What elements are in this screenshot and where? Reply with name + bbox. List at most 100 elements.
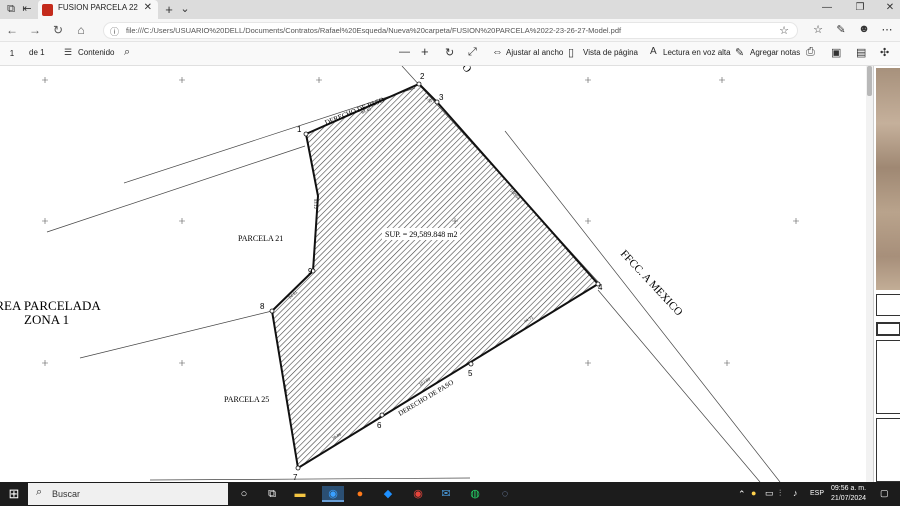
url-field[interactable]: ⓘ file:///C:/Users/USUARIO%20DELL/Docume… bbox=[103, 22, 798, 39]
contents-button[interactable]: Contenido bbox=[78, 48, 114, 57]
vertex-label-4: 4 bbox=[598, 283, 603, 292]
taskbar-search-placeholder: Buscar bbox=[52, 489, 81, 499]
title-bar: ⧉ ⇤ FUSION PARCELA 22-23 ✕ + ⌄ — ❐ ✕ bbox=[0, 0, 900, 19]
close-window-button[interactable]: ✕ bbox=[881, 2, 899, 13]
vertex-label-2: 2 bbox=[420, 72, 425, 81]
area-label-line2: ZONA 1 bbox=[24, 312, 69, 327]
parcel-polygon bbox=[270, 82, 600, 470]
refresh-icon[interactable]: ↻ bbox=[50, 23, 66, 37]
title-block-table bbox=[876, 340, 900, 414]
fit-width-icon[interactable]: ⇔ bbox=[492, 46, 503, 58]
title-block-box bbox=[876, 294, 900, 316]
favorites-icon[interactable]: ☆ bbox=[810, 23, 826, 36]
language-indicator[interactable]: ESP bbox=[810, 490, 824, 497]
vertex-label-5: 5 bbox=[468, 369, 473, 378]
zoom-out-button[interactable]: — bbox=[399, 46, 410, 58]
profile-icon[interactable]: ☻ bbox=[856, 23, 872, 35]
whatsapp-icon[interactable]: ◍ bbox=[467, 486, 483, 502]
zoom-in-button[interactable]: + bbox=[421, 44, 429, 59]
plot-drawing: 1 2 3 4 5 6 7 8 9 94.40 3.52 100.04 44.7… bbox=[0, 66, 799, 482]
scrollbar-thumb[interactable] bbox=[867, 66, 872, 96]
task-view-icon[interactable]: ⧉ bbox=[264, 486, 280, 502]
back-icon[interactable]: ← bbox=[4, 23, 20, 37]
home-icon[interactable]: ⌂ bbox=[73, 23, 89, 37]
tab-actions-icon[interactable]: ⧉ bbox=[4, 3, 18, 16]
distance-label: 41.21 bbox=[282, 383, 289, 394]
windows-taskbar: ⊞ ⌕ Buscar ○ ⧉ ▬ ◉ ● ◆ ◉ ✉ ◍ ◌ ⌃ ● ▭ ⫶ ♪… bbox=[0, 482, 900, 506]
save-icon[interactable]: ▣ bbox=[831, 46, 841, 59]
vertical-tabs-icon[interactable]: ⇤ bbox=[20, 3, 34, 16]
app-window: ⧉ ⇤ FUSION PARCELA 22-23 ✕ + ⌄ — ❐ ✕ ← →… bbox=[0, 0, 900, 506]
find-icon[interactable]: ⌕ bbox=[124, 46, 130, 59]
page-count-label: de 1 bbox=[29, 48, 45, 57]
save-as-icon[interactable]: ▤ bbox=[856, 46, 866, 59]
vertical-scrollbar[interactable] bbox=[866, 66, 873, 482]
contents-list-icon[interactable]: ☰ bbox=[64, 47, 72, 58]
page-view-button[interactable]: Vista de página bbox=[583, 48, 638, 57]
parcel-25-label: PARCELA 25 bbox=[224, 395, 269, 404]
cortana-icon[interactable]: ○ bbox=[236, 486, 252, 502]
vertex-label-7: 7 bbox=[293, 473, 298, 482]
chrome-icon[interactable]: ◉ bbox=[410, 486, 426, 502]
clock-date[interactable]: 21/07/2024 bbox=[831, 495, 866, 502]
page-number-input[interactable]: 1 bbox=[4, 46, 20, 61]
fit-width-button[interactable]: Ajustar al ancho bbox=[506, 48, 563, 57]
print-icon[interactable]: ⎙ bbox=[806, 46, 815, 59]
vertex-label-9: 9 bbox=[308, 267, 313, 276]
read-aloud-button[interactable]: Lectura en voz alta bbox=[663, 48, 731, 57]
maximize-button[interactable]: ❐ bbox=[851, 2, 869, 13]
volume-icon[interactable]: ♪ bbox=[793, 488, 798, 498]
title-block-box bbox=[876, 322, 900, 336]
vertex-label-6: 6 bbox=[377, 421, 382, 430]
tab-close-button[interactable]: ✕ bbox=[144, 2, 152, 13]
firefox-icon[interactable]: ● bbox=[352, 486, 368, 502]
battery-icon[interactable]: ▭ bbox=[765, 488, 774, 499]
minimize-button[interactable]: — bbox=[818, 2, 836, 13]
address-bar: ← → ↻ ⌂ ⓘ file:///C:/Users/USUARIO%20DEL… bbox=[0, 19, 900, 42]
new-tab-button[interactable]: + bbox=[162, 3, 176, 16]
title-block-notes bbox=[876, 418, 900, 482]
distance-label: 53.12 bbox=[313, 199, 318, 210]
surface-label: SUP. = 29,589.848 m2 bbox=[385, 230, 458, 239]
search-icon: ⌕ bbox=[36, 486, 43, 498]
fullscreen-icon[interactable]: ⤢ bbox=[468, 46, 477, 59]
vertex-label-8: 8 bbox=[260, 302, 265, 311]
railway-laredo-label: FFCC. A LAREDO bbox=[406, 66, 474, 75]
edge-browser-icon[interactable]: ◉ bbox=[322, 486, 344, 502]
clock-time[interactable]: 09:56 a. m. bbox=[831, 485, 866, 492]
add-notes-button[interactable]: Agregar notas bbox=[750, 48, 800, 57]
file-explorer-icon[interactable]: ▬ bbox=[292, 486, 308, 502]
site-info-icon[interactable]: ⓘ bbox=[110, 25, 119, 38]
favorite-star-icon[interactable]: ☆ bbox=[779, 24, 789, 37]
pdf-document-view[interactable]: 1 2 3 4 5 6 7 8 9 94.40 3.52 100.04 44.7… bbox=[0, 66, 866, 482]
add-notes-icon[interactable]: ✎ bbox=[735, 46, 744, 59]
tray-app-icon[interactable]: ● bbox=[751, 488, 756, 498]
pdf-file-icon bbox=[42, 4, 53, 16]
url-text: file:///C:/Users/USUARIO%20DELL/Document… bbox=[126, 26, 622, 35]
read-aloud-icon[interactable]: A bbox=[650, 46, 657, 57]
store-icon[interactable]: ◆ bbox=[380, 486, 396, 502]
railway-mexico-label: FFCC. A MEXICO bbox=[618, 248, 685, 319]
active-tab[interactable]: FUSION PARCELA 22-23 ✕ bbox=[38, 0, 158, 19]
notifications-icon[interactable]: ▢ bbox=[880, 488, 889, 499]
page-view-icon[interactable]: ▯ bbox=[568, 46, 574, 59]
pin-toolbar-icon[interactable]: ✣ bbox=[880, 46, 889, 59]
area-label-line1: AREA PARCELADA bbox=[0, 298, 101, 313]
taskbar-search[interactable]: ⌕ Buscar bbox=[28, 483, 228, 505]
parcel-21-label: PARCELA 21 bbox=[238, 234, 283, 243]
start-windows-icon[interactable]: ⊞ bbox=[6, 486, 22, 502]
vertex-label-1: 1 bbox=[297, 125, 302, 134]
rotate-icon[interactable]: ↻ bbox=[445, 46, 454, 59]
mail-icon[interactable]: ✉ bbox=[438, 486, 454, 502]
tab-menu-button[interactable]: ⌄ bbox=[178, 3, 192, 16]
app-icon[interactable]: ◌ bbox=[497, 486, 513, 502]
pdf-toolbar: 1 de 1 ☰ Contenido ⌕ — + ↻ ⤢ ⇔ Ajustar a… bbox=[0, 42, 900, 66]
show-hidden-icons[interactable]: ⌃ bbox=[738, 489, 746, 500]
forward-icon[interactable]: → bbox=[27, 23, 43, 37]
title-block-panel bbox=[873, 66, 900, 482]
more-menu-icon[interactable]: ⋯ bbox=[879, 23, 895, 36]
vertex-label-3: 3 bbox=[439, 93, 444, 102]
aerial-photo-image bbox=[876, 68, 900, 290]
network-icon[interactable]: ⫶ bbox=[779, 488, 781, 499]
collections-icon[interactable]: ✎ bbox=[833, 23, 849, 36]
